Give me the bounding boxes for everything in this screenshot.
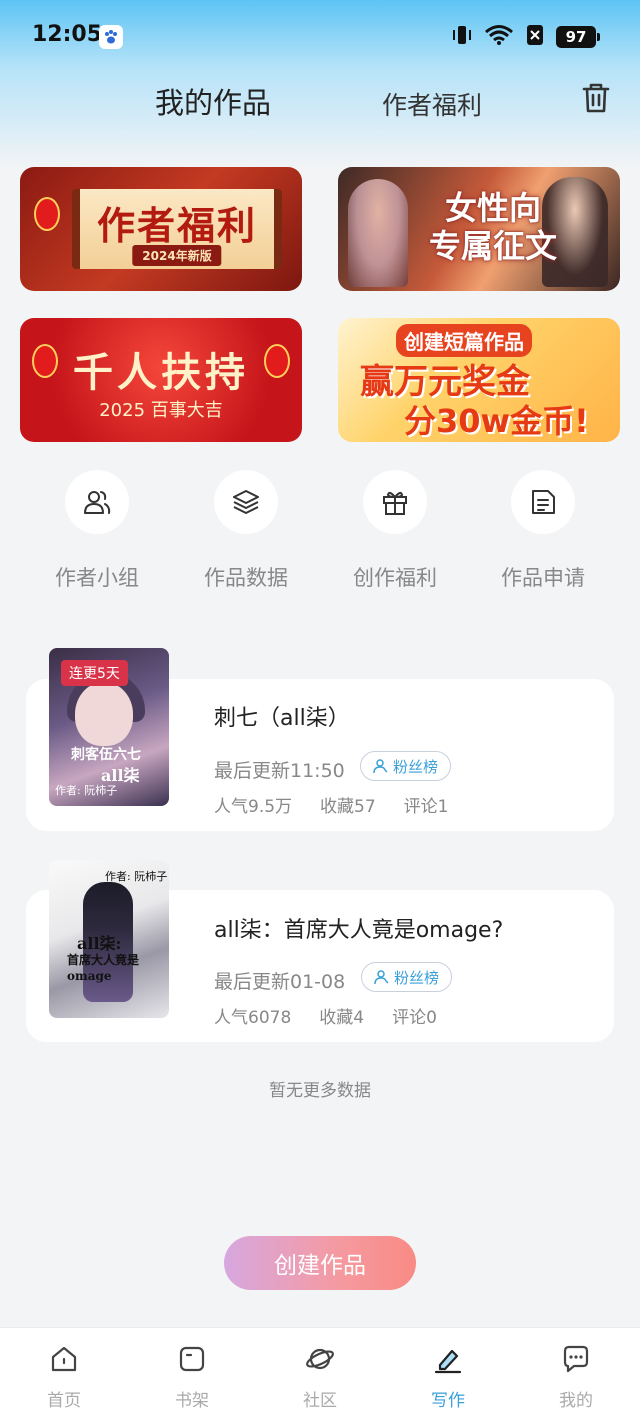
layers-icon-circle	[214, 470, 278, 534]
streak-badge: 连更5天	[61, 660, 128, 686]
work-updated: 最后更新01-08	[214, 971, 346, 993]
nav-label: 首页	[47, 1391, 81, 1411]
home-icon	[47, 1342, 81, 1376]
fans-rank-label: 粉丝榜	[394, 968, 440, 987]
fans-rank-button[interactable]: 粉丝榜	[360, 751, 452, 781]
wifi-icon	[484, 24, 514, 50]
banner-author-welfare[interactable]: 作者福利 2024年新版	[20, 167, 302, 291]
group-icon-circle	[65, 470, 129, 534]
trash-button[interactable]	[578, 80, 614, 116]
work-stats: 人气9.5万 收藏57 评论1	[214, 792, 449, 817]
user-icon	[373, 759, 388, 774]
work-favorites: 收藏4	[319, 1008, 365, 1028]
planet-icon	[303, 1342, 337, 1376]
work-title[interactable]: 刺七（all柒）	[214, 700, 350, 732]
banner-line3: 分30w金币!	[404, 402, 589, 440]
quick-label: 创作福利	[353, 566, 437, 590]
status-bar: 12:05 97	[0, 0, 640, 72]
quick-author-group[interactable]: 作者小组	[32, 470, 162, 590]
banner-female-contest[interactable]: 女性向 专属征文	[338, 167, 620, 291]
nav-label: 书架	[175, 1391, 209, 1411]
no-more-data: 暂无更多数据	[269, 1081, 371, 1101]
work-comments: 评论1	[403, 797, 449, 817]
cover-title: 刺客伍六七	[71, 747, 141, 763]
trash-icon	[582, 83, 610, 113]
nav-writing[interactable]: 写作	[408, 1342, 488, 1411]
lantern-icon	[34, 197, 60, 231]
banner-title: 千人扶持	[73, 350, 249, 396]
work-comments: 评论0	[392, 1008, 437, 1028]
nav-community[interactable]: 社区	[280, 1342, 360, 1411]
quick-label: 作品申请	[501, 566, 585, 590]
banner-subtitle: 2024年新版	[132, 245, 222, 266]
battery-icon: 97	[556, 26, 600, 48]
gift-icon	[383, 491, 407, 515]
work-favorites: 收藏57	[320, 797, 376, 817]
nav-mine[interactable]: 我的	[536, 1342, 616, 1411]
work-updated: 最后更新11:50	[214, 760, 345, 782]
gift-icon-circle	[363, 470, 427, 534]
banner-subtitle: 2025 百事大吉	[99, 400, 223, 421]
bookshelf-icon	[175, 1342, 209, 1376]
banner-title: 女性向 专属征文	[418, 189, 568, 265]
sim-icon	[526, 24, 544, 50]
quick-label: 作品数据	[204, 566, 288, 590]
work-cover[interactable]: 连更5天 刺客伍六七 all柒 作者: 阮柿子	[49, 648, 169, 806]
status-time: 12:05	[32, 22, 103, 47]
cover-illustration-face	[75, 682, 133, 746]
layers-icon	[233, 490, 259, 514]
quick-work-data[interactable]: 作品数据	[181, 470, 311, 590]
cover-author: 作者: 阮柿子	[105, 870, 168, 883]
quick-label: 作者小组	[55, 566, 139, 590]
banner-title-line2: 专属征文	[428, 227, 557, 265]
nav-label: 我的	[559, 1391, 593, 1411]
work-title[interactable]: all柒：首席大人竟是omage?	[214, 912, 503, 944]
chat-icon	[559, 1342, 593, 1376]
quick-work-application[interactable]: 作品申请	[478, 470, 608, 590]
work-stats: 人气6078 收藏4 评论0	[214, 1003, 437, 1028]
work-popularity: 人气6078	[214, 1008, 292, 1028]
nav-home[interactable]: 首页	[24, 1342, 104, 1411]
banner-title: 作者福利	[96, 203, 257, 248]
work-popularity: 人气9.5万	[214, 797, 293, 817]
battery-level: 97	[565, 28, 587, 46]
document-icon-circle	[511, 470, 575, 534]
group-icon	[84, 491, 111, 514]
vibrate-icon	[452, 24, 472, 50]
work-cover[interactable]: all柒: 首席大人竟是omage 作者: 阮柿子	[49, 860, 169, 1018]
status-icons: 97	[452, 24, 600, 50]
banner-thousand-support[interactable]: 千人扶持 2025 百事大吉	[20, 318, 302, 442]
bottom-nav: 首页 书架 社区 写作 我的	[0, 1327, 640, 1422]
nav-label: 社区	[303, 1391, 337, 1411]
banner-scroll: 作者福利 2024年新版	[72, 189, 282, 269]
nav-label: 写作	[431, 1391, 465, 1411]
banner-title-line1: 女性向	[444, 189, 541, 227]
banner-line1: 创建短篇作品	[396, 324, 532, 357]
pen-icon	[431, 1342, 465, 1376]
nav-bookshelf[interactable]: 书架	[152, 1342, 232, 1411]
cover-title: all柒:	[77, 934, 122, 953]
character-illustration-left	[348, 179, 408, 287]
tab-my-works[interactable]: 我的作品	[155, 80, 271, 122]
fans-rank-button[interactable]: 粉丝榜	[361, 962, 453, 992]
cover-subtitle: 首席大人竟是omage	[67, 953, 140, 983]
quick-creation-welfare[interactable]: 创作福利	[330, 470, 460, 590]
banner-short-story-contest[interactable]: 创建短篇作品 赢万元奖金 分30w金币!	[338, 318, 620, 442]
header: 我的作品 作者福利	[0, 72, 640, 132]
fans-rank-label: 粉丝榜	[393, 757, 439, 776]
user-icon	[374, 970, 389, 985]
baidu-app-icon	[99, 25, 123, 49]
cover-author: 作者: 阮柿子	[55, 784, 118, 797]
document-icon	[532, 490, 555, 514]
tab-author-welfare[interactable]: 作者福利	[382, 86, 482, 122]
create-work-button[interactable]: 创建作品	[224, 1236, 416, 1290]
